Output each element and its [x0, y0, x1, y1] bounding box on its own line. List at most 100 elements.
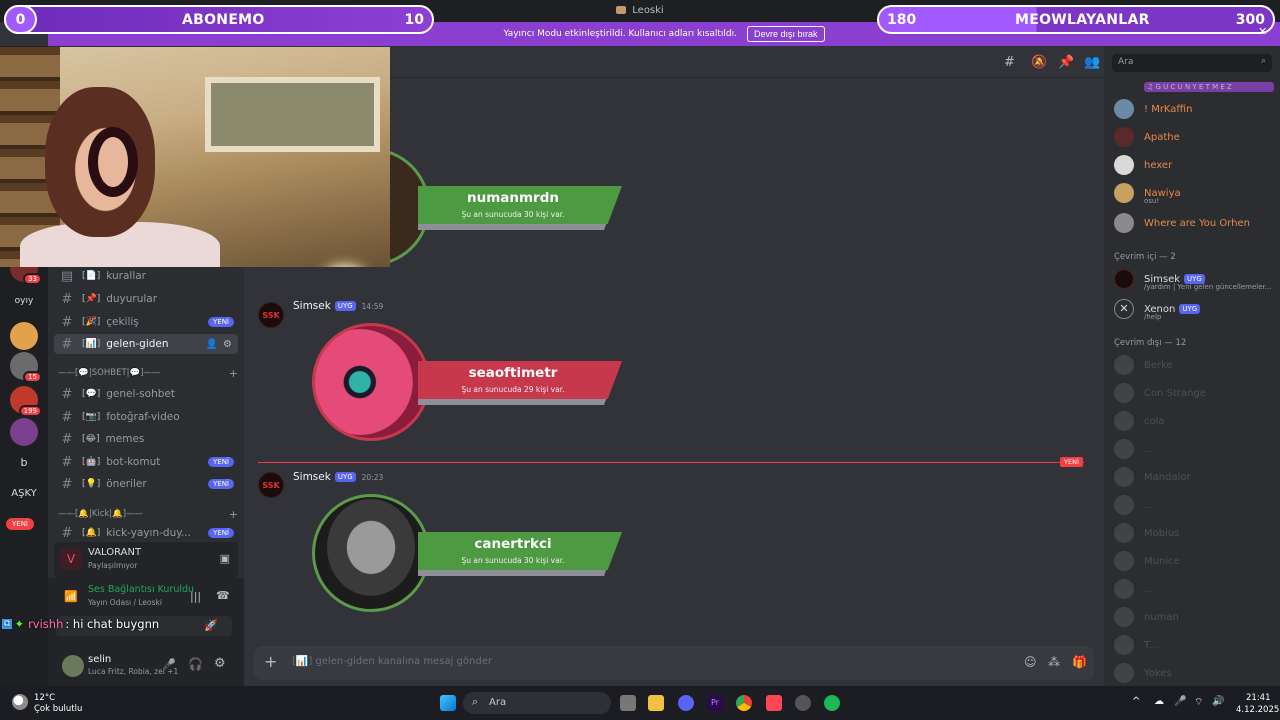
- chevron-up-icon[interactable]: ^: [1132, 696, 1140, 707]
- weather-temp[interactable]: 12°C: [34, 693, 55, 703]
- server-icon[interactable]: 15: [10, 352, 42, 383]
- microphone-icon[interactable]: 🎤: [1174, 696, 1186, 707]
- member-name: hexer: [1144, 159, 1173, 171]
- channel-name: çekiliş: [106, 316, 139, 328]
- channel-cekilis[interactable]: # [🎉] çekiliş YENİ: [54, 312, 238, 332]
- volume-icon[interactable]: 🔊: [1212, 696, 1224, 707]
- microphone-icon[interactable]: 🎤: [162, 658, 176, 671]
- channel-name: fotoğraf-video: [106, 411, 180, 423]
- valorant-icon[interactable]: [766, 695, 782, 711]
- clock-time[interactable]: 21:41: [1246, 693, 1271, 703]
- activity-panel[interactable]: V VALORANT Paylaşılmıyor ▣: [54, 542, 238, 578]
- category-sohbet[interactable]: ——[💬|SOHBET|💬]—— +: [58, 367, 238, 380]
- server-icon[interactable]: [10, 322, 38, 350]
- member-item[interactable]: ...: [1114, 492, 1274, 518]
- wifi-icon[interactable]: ⌔: [1194, 696, 1203, 709]
- emoji-icon[interactable]: ☺: [1024, 655, 1037, 669]
- avatar[interactable]: SSK: [258, 472, 284, 498]
- channel-kurallar[interactable]: ▤ [📄] kurallar: [54, 266, 238, 286]
- channel-gelen-giden[interactable]: # [📊] gelen-giden ⚙ 👤: [54, 334, 238, 354]
- lamp-glow: [325, 265, 365, 267]
- server-icon[interactable]: [10, 418, 38, 446]
- member-item[interactable]: numan: [1114, 604, 1274, 630]
- premiere-icon[interactable]: Pr: [707, 695, 723, 711]
- member-item[interactable]: Nawiya osu!: [1114, 180, 1274, 206]
- member-item[interactable]: T...: [1114, 632, 1274, 658]
- member-item[interactable]: ! MrKaffin: [1114, 96, 1274, 122]
- apps-icon[interactable]: ⁂: [1048, 655, 1060, 669]
- weather-condition[interactable]: Çok bulutlu: [34, 704, 82, 714]
- member-name: Mobius: [1144, 527, 1180, 539]
- headphones-icon[interactable]: 🎧: [188, 657, 203, 671]
- composer-placeholder[interactable]: [📊] gelen-giden kanalına mesaj gönder: [292, 656, 492, 667]
- chrome-icon[interactable]: [736, 695, 752, 711]
- badge-icon: ⧉: [2, 619, 13, 629]
- message-author[interactable]: Simsek: [293, 471, 331, 483]
- discord-icon[interactable]: [678, 695, 694, 711]
- pin-icon[interactable]: 📌: [1058, 55, 1074, 70]
- channel-memes[interactable]: # [😂] memes: [54, 429, 238, 449]
- file-explorer-icon[interactable]: [648, 695, 664, 711]
- username[interactable]: selin: [88, 654, 111, 665]
- member-item[interactable]: Mobius: [1114, 520, 1274, 546]
- spotify-icon[interactable]: [824, 695, 840, 711]
- message-composer[interactable]: + [📊] gelen-giden kanalına mesaj gönder …: [254, 646, 1094, 680]
- channel-genel-sohbet[interactable]: # [💬] genel-sohbet: [54, 384, 238, 404]
- voice-status[interactable]: Ses Bağlantısı Kuruldu: [40, 584, 194, 595]
- cloud-icon[interactable]: ☁: [1154, 696, 1164, 707]
- welcome-avatar: [312, 323, 430, 441]
- category-kick[interactable]: ——[🔔|Kick|🔔]—— +: [58, 508, 238, 521]
- obs-icon[interactable]: [795, 695, 811, 711]
- avatar[interactable]: SSK: [258, 302, 284, 328]
- channel-oneriler[interactable]: # [💡] öneriler YENİ: [54, 474, 238, 494]
- message-author[interactable]: Simsek: [293, 300, 331, 312]
- server-label[interactable]: AŞKY: [0, 488, 48, 499]
- voice-channel[interactable]: Yayın Odası / Leoski: [88, 598, 162, 607]
- member-item[interactable]: Apathe: [1114, 124, 1274, 150]
- add-channel-icon[interactable]: +: [229, 367, 238, 380]
- channel-kick-yayin-duyuru[interactable]: # [🔔] kick-yayın-duy... YENİ: [54, 523, 238, 543]
- activity-icon[interactable]: 🚀: [204, 619, 218, 632]
- avatar[interactable]: [62, 655, 84, 677]
- disconnect-icon[interactable]: ☎: [216, 589, 230, 602]
- member-item[interactable]: ...: [1114, 576, 1274, 602]
- member-item[interactable]: hexer: [1114, 152, 1274, 178]
- member-item[interactable]: Where are You Orhen: [1114, 210, 1274, 236]
- gift-icon[interactable]: 🎁: [1072, 655, 1087, 669]
- share-screen-icon[interactable]: ▣: [220, 552, 230, 565]
- threads-icon[interactable]: #: [1004, 55, 1015, 70]
- clock-date[interactable]: 4.12.2025: [1236, 705, 1279, 715]
- welcome-name: canertrkci: [474, 536, 552, 552]
- search-icon: ⌕: [1260, 56, 1266, 66]
- member-item[interactable]: Mandalor: [1114, 464, 1274, 490]
- disable-streamer-mode-button[interactable]: Devre dışı bırak: [747, 26, 825, 42]
- close-icon[interactable]: ✕: [1258, 25, 1267, 38]
- channel-bot-komut[interactable]: # [🤖] bot-komut YENİ: [54, 452, 238, 472]
- notification-icon[interactable]: 🔕: [1031, 55, 1047, 70]
- member-item[interactable]: Berke: [1114, 352, 1274, 378]
- user-settings-icon[interactable]: ⚙: [214, 656, 226, 671]
- member-item[interactable]: ✕ Xenon UYG/help: [1114, 296, 1274, 322]
- member-item[interactable]: cola: [1114, 408, 1274, 434]
- member-list-icon[interactable]: 👥: [1084, 55, 1100, 70]
- taskbar-search[interactable]: ⌕ Ara: [463, 692, 611, 714]
- server-label[interactable]: oyıy: [0, 296, 48, 306]
- task-view-icon[interactable]: [620, 695, 636, 711]
- member-item[interactable]: ...: [1114, 436, 1274, 462]
- member-item[interactable]: Con Strange: [1114, 380, 1274, 406]
- server-badge: 199: [18, 405, 42, 417]
- member-search-input[interactable]: Ara ⌕: [1112, 54, 1272, 72]
- member-item[interactable]: Simsek UYG/yardım | Yeni gelen güncelleme…: [1114, 266, 1274, 292]
- attach-icon[interactable]: +: [264, 652, 277, 671]
- member-item[interactable]: Yokes: [1114, 660, 1274, 686]
- server-label[interactable]: b: [0, 456, 48, 469]
- channel-duyurular[interactable]: # [📌] duyurular: [54, 289, 238, 309]
- member-item[interactable]: Munice: [1114, 548, 1274, 574]
- invite-icon[interactable]: 👤: [206, 339, 218, 350]
- noise-suppression-icon[interactable]: |||: [190, 590, 201, 603]
- settings-icon[interactable]: ⚙: [223, 339, 232, 350]
- server-icon[interactable]: 199: [10, 386, 42, 417]
- channel-fotograf-video[interactable]: # [📷] fotoğraf-video: [54, 407, 238, 427]
- add-channel-icon[interactable]: +: [229, 508, 238, 521]
- start-icon[interactable]: [440, 695, 456, 711]
